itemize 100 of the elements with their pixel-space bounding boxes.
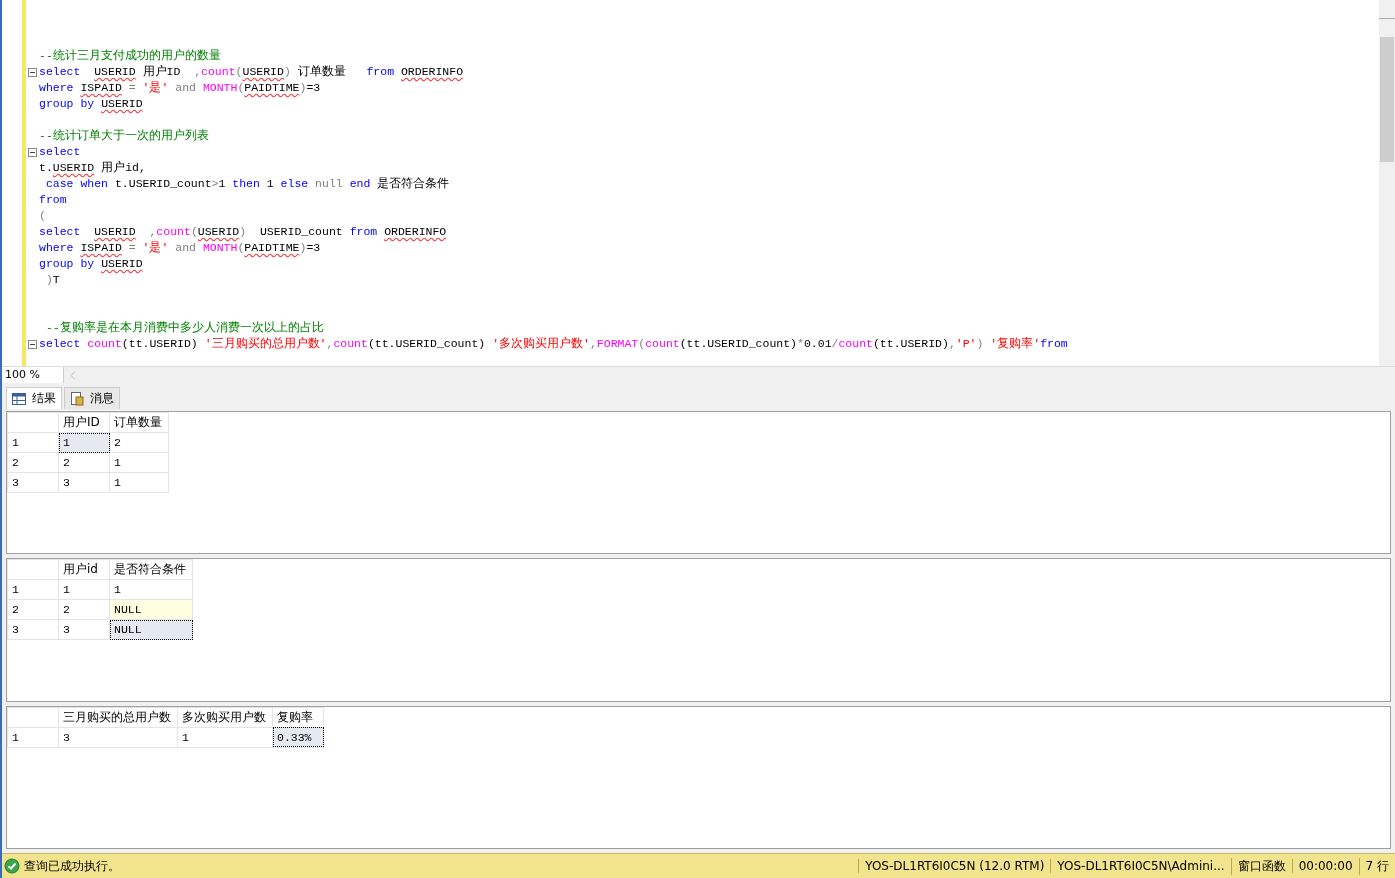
code-operator: and <box>174 240 197 256</box>
code-keyword: where <box>39 80 75 96</box>
code-string: '多次购买用户数' <box>492 336 590 352</box>
code-text: (tt.USERID) <box>121 336 199 352</box>
column-header[interactable]: 多次购买用户数 <box>177 707 273 728</box>
code-text: 是否符合条件 <box>377 176 450 192</box>
table-cell[interactable]: 1 <box>109 472 169 493</box>
code-text: (tt.USERID) <box>872 336 949 352</box>
table-cell[interactable]: 3 <box>58 619 110 640</box>
column-header[interactable]: 用户id <box>58 559 110 580</box>
row-number[interactable]: 2 <box>7 452 59 473</box>
row-number[interactable]: 3 <box>7 619 59 640</box>
code-operator: ( <box>39 208 46 224</box>
code-string: '是' <box>142 80 169 96</box>
code-operator: ) <box>44 272 53 288</box>
status-segment: YOS-DL1RT6I0C5N\Admini... <box>1050 859 1231 873</box>
code-operator: ( <box>235 64 243 80</box>
vertical-scrollbar[interactable] <box>1379 0 1395 366</box>
zoom-dropdown[interactable]: 100 % <box>2 367 64 383</box>
row-number[interactable]: 3 <box>7 472 59 493</box>
table-cell[interactable]: 3 <box>58 472 110 493</box>
code-identifier: USERID <box>94 224 136 240</box>
code-function: FORMAT <box>596 336 639 352</box>
code-keyword: then <box>232 176 261 192</box>
code-function: count <box>87 336 122 352</box>
code-string: '复购率' <box>990 336 1041 352</box>
column-header[interactable]: 复购率 <box>272 707 324 728</box>
code-identifier: PAIDTIME <box>244 240 300 256</box>
table-cell[interactable]: 2 <box>58 452 110 473</box>
row-number[interactable]: 2 <box>7 599 59 620</box>
code-operator: ( <box>638 336 646 352</box>
code-text: (tt.USERID_count) <box>679 336 797 352</box>
code-identifier: USERID <box>52 160 95 176</box>
table-cell[interactable]: 1 <box>58 579 110 600</box>
status-segment: 7 行 <box>1358 857 1395 875</box>
code-identifier: PAIDTIME <box>244 80 300 96</box>
code-operator: ) <box>299 240 307 256</box>
code-keyword: else <box>280 176 310 192</box>
code-text: 0.01 <box>803 336 832 352</box>
code-operator: * <box>797 336 804 352</box>
code-operator: , <box>948 336 956 352</box>
code-function: MONTH <box>202 240 238 256</box>
code-text: 用户id, <box>100 160 146 176</box>
document-icon <box>70 391 84 406</box>
code-identifier: ISPAID <box>80 240 122 256</box>
code-operator: and <box>174 80 197 96</box>
row-number[interactable]: 1 <box>7 727 59 748</box>
code-keyword: end <box>349 176 372 192</box>
code-keyword: select <box>39 336 82 352</box>
code-keyword: select <box>39 64 82 80</box>
table-cell[interactable]: 2 <box>58 599 110 620</box>
code-function: count <box>838 336 873 352</box>
table-cell[interactable]: 1 <box>109 452 169 473</box>
column-header[interactable]: 订单数量 <box>109 412 169 433</box>
code-text: 1 <box>266 176 275 192</box>
code-operator: / <box>831 336 839 352</box>
table-cell[interactable]: 3 <box>58 727 178 748</box>
column-header[interactable]: 用户ID <box>58 412 110 433</box>
row-number[interactable]: 1 <box>7 432 59 453</box>
code-comment: --统计三月支付成功的用户的数量 <box>39 48 221 64</box>
collapse-icon[interactable] <box>28 67 37 77</box>
code-operator: ) <box>239 224 247 240</box>
code-identifier: USERID <box>101 256 143 272</box>
table-cell[interactable]: 2 <box>109 432 169 453</box>
code-function: count <box>156 224 191 240</box>
code-operator: , <box>194 64 202 80</box>
code-identifier: USERID <box>242 64 284 80</box>
code-identifier: ORDERINFO <box>384 224 447 240</box>
code-operator: , <box>589 336 597 352</box>
collapse-icon[interactable] <box>28 339 37 349</box>
table-cell[interactable]: 1 <box>109 579 193 600</box>
code-text: =3 <box>306 240 321 256</box>
code-text: USERID_count <box>258 224 344 240</box>
code-text: t. <box>39 160 53 176</box>
code-keyword: from <box>39 192 67 208</box>
code-identifier: USERID <box>94 64 136 80</box>
status-segment: 00:00:00 <box>1291 859 1359 873</box>
column-header[interactable]: 三月购买的总用户数 <box>58 707 178 728</box>
code-text: 1 <box>218 176 227 192</box>
results-tab[interactable]: 消息 <box>64 387 120 409</box>
code-operator: = <box>127 240 137 256</box>
code-identifier: ORDERINFO <box>400 64 464 80</box>
code-operator: , <box>148 224 157 240</box>
code-keyword: where <box>39 240 75 256</box>
code-operator: ( <box>237 240 245 256</box>
code-function: count <box>201 64 236 80</box>
code-string: '三月购买的总用户数' <box>204 336 327 352</box>
code-comment: --统计订单大于一次的用户列表 <box>39 128 209 144</box>
collapse-icon[interactable] <box>28 147 37 157</box>
table-cell[interactable]: 1 <box>177 727 273 748</box>
code-operator: null <box>315 176 344 192</box>
code-function: count <box>645 336 680 352</box>
column-header[interactable]: 是否符合条件 <box>109 559 193 580</box>
row-number[interactable]: 1 <box>7 579 59 600</box>
results-tab[interactable]: 结果 <box>6 387 62 409</box>
code-keyword: from <box>349 224 379 240</box>
code-operator: > <box>211 176 219 192</box>
code-operator: ) <box>299 80 307 96</box>
code-text: t.USERID_count <box>114 176 212 192</box>
check-icon <box>4 858 20 874</box>
